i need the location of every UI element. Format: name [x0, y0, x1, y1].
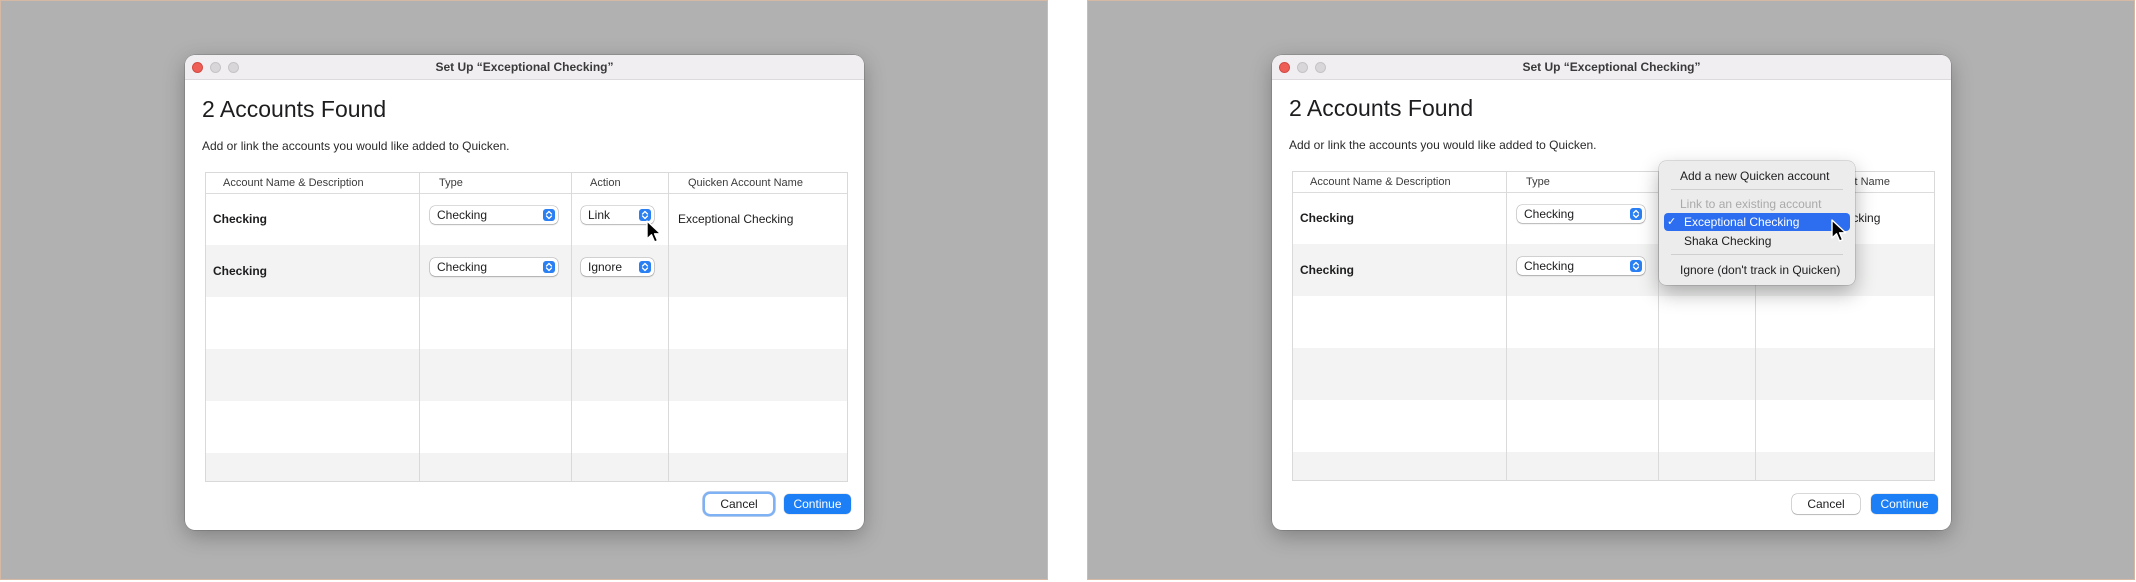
empty-row — [206, 349, 847, 401]
setup-dialog: Set Up “Exceptional Checking” 2 Accounts… — [185, 55, 864, 530]
continue-button[interactable]: Continue — [1871, 494, 1938, 514]
type-select-value: Checking — [1524, 207, 1575, 221]
page-title: 2 Accounts Found — [202, 96, 387, 122]
menu-header-link-existing: Link to an existing account — [1680, 197, 1822, 211]
type-select-value: Checking — [437, 260, 488, 274]
instructions-text: Add or link the accounts you would like … — [1289, 138, 1597, 152]
menu-separator — [1671, 189, 1843, 190]
empty-row — [206, 401, 847, 453]
action-select[interactable]: Link — [581, 206, 654, 224]
table-header: Account Name & Description Type Action Q… — [206, 173, 847, 194]
column-divider — [668, 173, 669, 481]
type-select[interactable]: Checking — [430, 258, 558, 276]
column-divider — [1506, 172, 1507, 480]
empty-row — [1293, 400, 1934, 452]
checkmark-icon: ✓ — [1667, 216, 1677, 228]
cancel-button[interactable]: Cancel — [705, 494, 773, 514]
type-select[interactable]: Checking — [1517, 205, 1645, 223]
action-select[interactable]: Ignore — [581, 258, 654, 276]
column-header-action[interactable]: Action — [590, 177, 621, 189]
window-title: Set Up “Exceptional Checking” — [435, 60, 614, 74]
table-row[interactable]: Checking Checking Ignore — [206, 245, 847, 297]
action-select-value: Ignore — [588, 260, 623, 274]
account-name: Checking — [1300, 211, 1355, 225]
menu-item-shaka-checking[interactable]: Shaka Checking — [1664, 232, 1850, 250]
action-dropdown-menu: Add a new Quicken account Link to an exi… — [1659, 161, 1855, 285]
instructions-text: Add or link the accounts you would like … — [202, 139, 510, 153]
cancel-button[interactable]: Cancel — [1792, 494, 1860, 514]
menu-item-label: Exceptional Checking — [1684, 215, 1800, 229]
updown-arrows-icon — [543, 261, 555, 273]
quicken-account-name: Exceptional Checking — [678, 212, 794, 226]
account-name: Checking — [1300, 263, 1355, 277]
empty-row — [206, 453, 847, 481]
page-title: 2 Accounts Found — [1289, 95, 1474, 121]
mouse-pointer-icon — [646, 220, 662, 243]
screenshot-after: Set Up “Exceptional Checking” 2 Accounts… — [1087, 0, 2135, 580]
column-header-account[interactable]: Account Name & Description — [223, 177, 364, 189]
setup-dialog: Set Up “Exceptional Checking” 2 Accounts… — [1272, 55, 1951, 530]
empty-row — [206, 297, 847, 349]
empty-row — [1293, 348, 1934, 400]
updown-arrows-icon — [639, 261, 651, 273]
updown-arrows-icon — [1630, 208, 1642, 220]
type-select[interactable]: Checking — [430, 206, 558, 224]
menu-separator — [1671, 254, 1843, 255]
updown-arrows-icon — [1630, 260, 1642, 272]
table-row[interactable]: Checking Checking Link Exceptional Check… — [206, 193, 847, 245]
column-header-account[interactable]: Account Name & Description — [1310, 176, 1451, 188]
column-header-quicken-name[interactable]: Quicken Account Name — [688, 177, 803, 189]
empty-row — [1293, 296, 1934, 348]
type-select-value: Checking — [1524, 259, 1575, 273]
menu-item-exceptional-checking[interactable]: ✓ Exceptional Checking — [1664, 213, 1850, 231]
empty-row — [1293, 452, 1934, 480]
type-select[interactable]: Checking — [1517, 257, 1645, 275]
title-bar: Set Up “Exceptional Checking” — [1272, 55, 1951, 80]
updown-arrows-icon — [543, 209, 555, 221]
column-header-type[interactable]: Type — [1526, 176, 1550, 188]
column-divider — [571, 173, 572, 481]
mouse-pointer-icon — [1831, 219, 1847, 242]
column-header-type[interactable]: Type — [439, 177, 463, 189]
screenshot-before: Set Up “Exceptional Checking” 2 Accounts… — [0, 0, 1048, 580]
continue-button[interactable]: Continue — [784, 494, 851, 514]
type-select-value: Checking — [437, 208, 488, 222]
window-title: Set Up “Exceptional Checking” — [1522, 60, 1701, 74]
accounts-table: Checking Checking Link Exceptional Check… — [205, 172, 848, 482]
account-name: Checking — [213, 264, 268, 278]
account-name: Checking — [213, 212, 268, 226]
title-bar: Set Up “Exceptional Checking” — [185, 55, 864, 80]
column-divider — [419, 173, 420, 481]
menu-item-ignore[interactable]: Ignore (don't track in Quicken) — [1664, 261, 1850, 279]
menu-item-add-new-account[interactable]: Add a new Quicken account — [1664, 167, 1850, 185]
action-select-value: Link — [588, 208, 611, 222]
